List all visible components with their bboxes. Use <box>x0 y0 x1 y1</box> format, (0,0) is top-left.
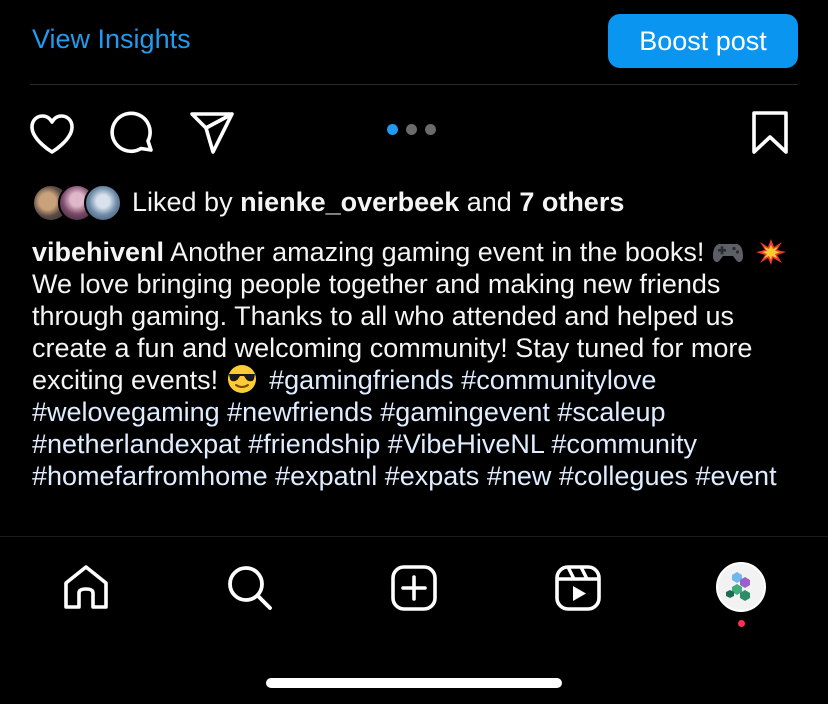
hashtag[interactable]: #expats <box>385 461 480 491</box>
avatar <box>84 184 122 222</box>
reels-icon[interactable] <box>554 564 602 617</box>
hashtag[interactable]: #collegues <box>559 461 688 491</box>
carousel-dot <box>406 124 417 135</box>
comment-icon[interactable] <box>108 110 156 163</box>
hashtag[interactable]: #netherlandexpat <box>32 429 241 459</box>
hashtag[interactable]: #communitylove <box>461 365 656 395</box>
sunglasses-emoji-icon <box>226 364 258 393</box>
likes-prefix: Liked by <box>132 186 233 217</box>
likes-others[interactable]: 7 others <box>519 187 624 217</box>
create-icon[interactable] <box>390 564 438 617</box>
home-indicator[interactable] <box>266 678 562 688</box>
boost-post-button[interactable]: Boost post <box>608 14 798 68</box>
hashtag[interactable]: #event <box>696 461 777 491</box>
view-insights-link[interactable]: View Insights <box>32 24 191 55</box>
heart-icon[interactable] <box>28 112 76 161</box>
hashtag[interactable]: #homefarfromhome <box>32 461 268 491</box>
caption-text: Another amazing gaming event in the book… <box>170 237 705 267</box>
vibehive-logo-icon <box>718 564 764 610</box>
likes-text: Liked by nienke_overbeek and 7 others <box>132 187 624 218</box>
hashtag[interactable]: #newfriends <box>227 397 373 427</box>
carousel-dot <box>425 124 436 135</box>
search-icon[interactable] <box>226 564 274 617</box>
hashtag[interactable]: #scaleup <box>557 397 665 427</box>
post-insights-bar: View Insights Boost post <box>0 0 828 84</box>
hashtag[interactable]: #new <box>487 461 552 491</box>
likes-summary[interactable]: Liked by nienke_overbeek and 7 others <box>32 182 624 222</box>
gamepad-emoji-icon <box>712 238 744 266</box>
post-caption: vibehivenl Another amazing gaming event … <box>32 236 802 492</box>
profile-avatar[interactable] <box>716 562 766 612</box>
hashtag[interactable]: #gamingevent <box>380 397 550 427</box>
divider <box>30 84 798 85</box>
carousel-dot <box>387 124 398 135</box>
bookmark-icon[interactable] <box>750 110 790 161</box>
hashtag[interactable]: #welovegaming <box>32 397 220 427</box>
hashtag[interactable]: #community <box>551 429 697 459</box>
notification-dot <box>738 620 745 627</box>
home-icon[interactable] <box>62 564 110 615</box>
caption-username[interactable]: vibehivenl <box>32 237 164 267</box>
share-icon[interactable] <box>188 110 236 161</box>
hashtag[interactable]: #gamingfriends <box>269 365 454 395</box>
liker-avatars <box>32 183 122 222</box>
likes-middle: and <box>466 186 512 217</box>
carousel-indicator <box>387 124 436 135</box>
liker-username[interactable]: nienke_overbeek <box>240 187 459 217</box>
hashtag[interactable]: #friendship <box>248 429 380 459</box>
hashtag[interactable]: #VibeHiveNL <box>388 429 544 459</box>
collision-emoji-icon <box>755 238 787 266</box>
hashtag[interactable]: #expatnl <box>275 461 377 491</box>
